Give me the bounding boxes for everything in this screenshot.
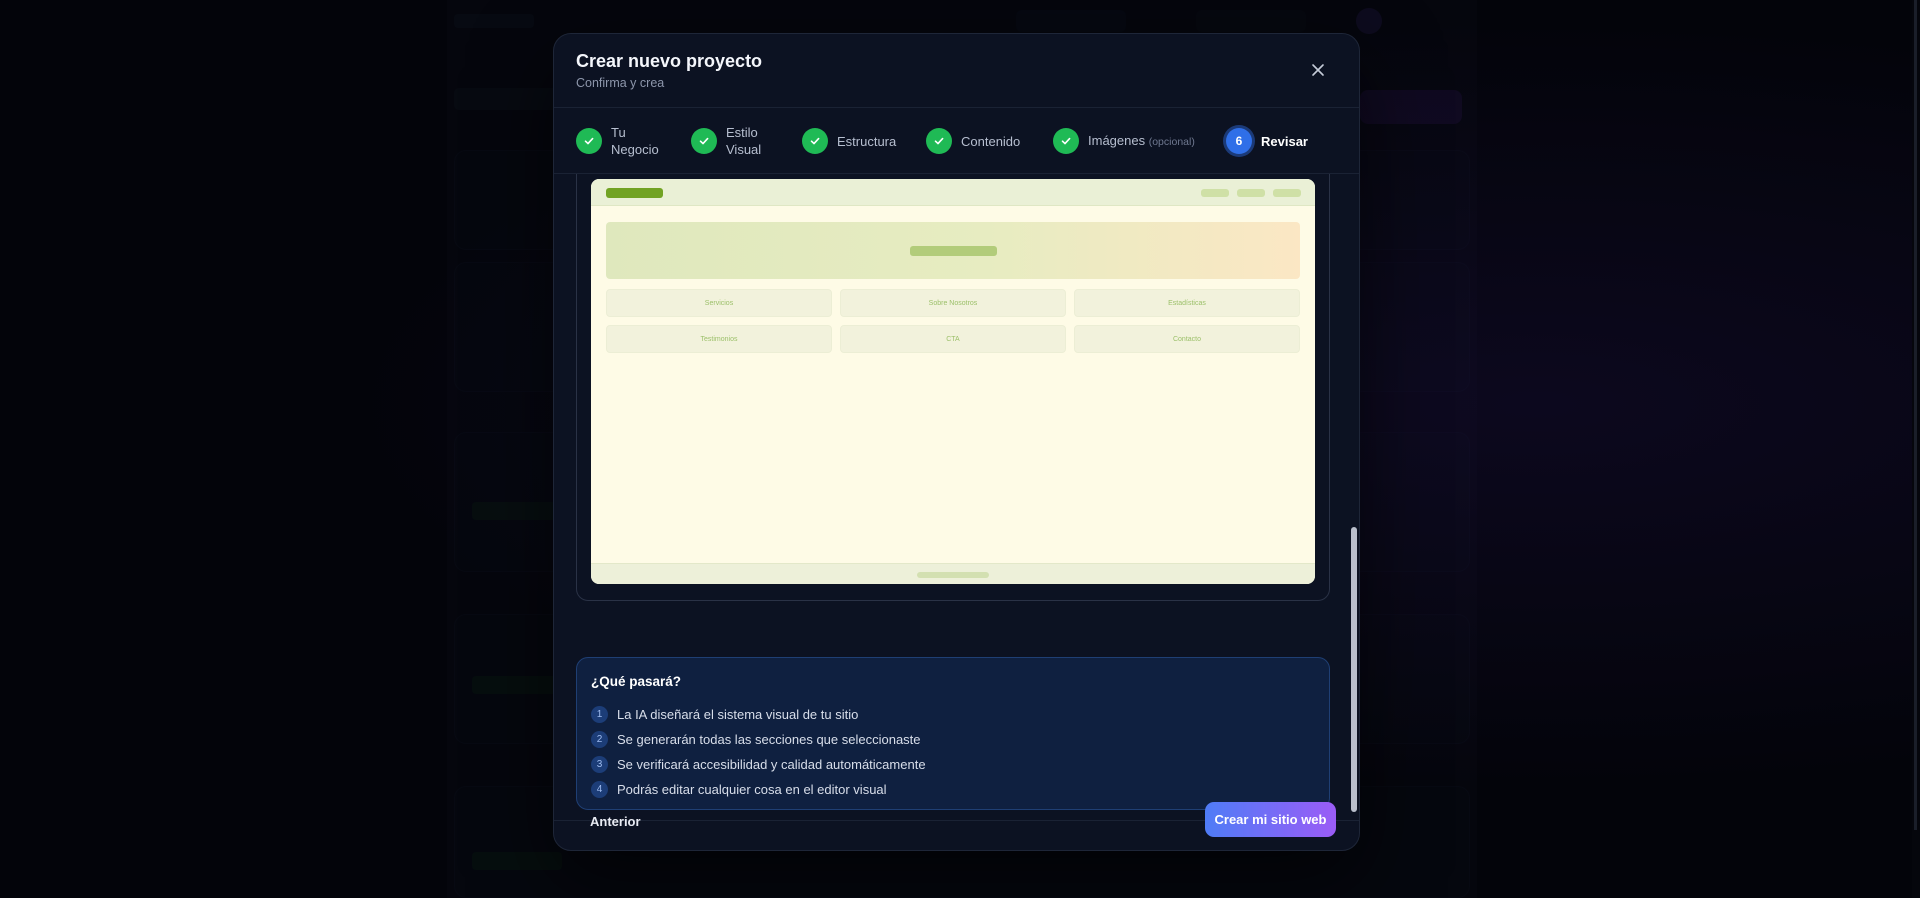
step-label-line: Negocio	[611, 142, 659, 157]
step-label: Imágenes (opcional)	[1088, 132, 1195, 151]
step-active-indicator: 6	[1226, 128, 1252, 154]
step-number-badge: 2	[591, 731, 608, 748]
previous-button[interactable]: Anterior	[590, 814, 641, 829]
step-label-line: Tu	[611, 125, 626, 140]
modal-subtitle: Confirma y crea	[576, 76, 665, 90]
modal-scrollbar-thumb[interactable]	[1351, 527, 1357, 812]
preview-section: Sobre Nosotros	[840, 289, 1066, 317]
modal-scroll-body[interactable]: Servicios Sobre Nosotros Estadísticas Te…	[554, 174, 1359, 820]
step-done-indicator	[802, 128, 828, 154]
step-label-line: Estilo	[726, 125, 758, 140]
modal-title: Crear nuevo proyecto	[576, 51, 763, 71]
what-happens-box: ¿Qué pasará? 1 La IA diseñará el sistema…	[576, 657, 1330, 810]
step-label: Tu Negocio	[611, 124, 659, 158]
preview-hero-title	[910, 246, 997, 256]
info-title: ¿Qué pasará?	[591, 674, 682, 689]
preview-footer-text	[917, 572, 989, 578]
preview-section: CTA	[840, 325, 1066, 353]
list-item: 1 La IA diseñará el sistema visual de tu…	[591, 702, 926, 727]
step-contenido[interactable]: Contenido	[926, 108, 1020, 174]
preview-section: Testimonios	[606, 325, 832, 353]
preview-section: Servicios	[606, 289, 832, 317]
list-item: 3 Se verificará accesibilidad y calidad …	[591, 752, 926, 777]
preview-footer	[591, 563, 1315, 584]
check-icon	[1061, 137, 1071, 145]
list-item-text: Se verificará accesibilidad y calidad au…	[617, 757, 926, 772]
check-icon	[584, 137, 594, 145]
step-number-badge: 3	[591, 756, 608, 773]
step-estructura[interactable]: Estructura	[802, 108, 896, 174]
list-item-text: La IA diseñará el sistema visual de tu s…	[617, 707, 859, 722]
preview-nav-link	[1201, 189, 1229, 197]
preview-logo	[606, 188, 663, 198]
site-preview-frame: Servicios Sobre Nosotros Estadísticas Te…	[576, 174, 1330, 601]
preview-section: Contacto	[1074, 325, 1300, 353]
check-icon	[699, 137, 709, 145]
step-label: Estilo Visual	[726, 124, 761, 158]
step-tu-negocio[interactable]: Tu Negocio	[576, 108, 659, 174]
list-item: 2 Se generarán todas las secciones que s…	[591, 727, 926, 752]
preview-navbar	[591, 179, 1315, 206]
info-list: 1 La IA diseñará el sistema visual de tu…	[591, 702, 926, 802]
check-icon	[934, 137, 944, 145]
step-label-text: Imágenes	[1088, 132, 1146, 148]
modal-header: Crear nuevo proyecto Confirma y crea	[554, 34, 1359, 108]
wizard-stepper: Tu Negocio Estilo Visual Estructura Cont…	[554, 108, 1359, 174]
step-number-badge: 1	[591, 706, 608, 723]
step-label-line: Visual	[726, 142, 762, 157]
check-icon	[810, 137, 820, 145]
step-estilo-visual[interactable]: Estilo Visual	[691, 108, 761, 174]
step-label: Contenido	[961, 133, 1021, 149]
preview-nav-link	[1273, 189, 1301, 197]
step-revisar[interactable]: 6 Revisar	[1226, 108, 1308, 174]
preview-nav-link	[1237, 189, 1265, 197]
close-button[interactable]	[1306, 58, 1330, 82]
preview-hero	[606, 222, 1300, 279]
preview-section: Estadísticas	[1074, 289, 1300, 317]
site-preview: Servicios Sobre Nosotros Estadísticas Te…	[591, 179, 1315, 584]
close-icon	[1312, 64, 1324, 76]
step-done-indicator	[926, 128, 952, 154]
create-site-button[interactable]: Crear mi sitio web	[1205, 802, 1336, 837]
step-done-indicator	[576, 128, 602, 154]
step-number-badge: 4	[591, 781, 608, 798]
step-done-indicator	[691, 128, 717, 154]
step-imagenes[interactable]: Imágenes (opcional)	[1053, 108, 1195, 174]
page-scrollbar-thumb[interactable]	[1914, 0, 1917, 830]
list-item-text: Podrás editar cualquier cosa en el edito…	[617, 782, 887, 797]
step-label: Revisar	[1261, 133, 1308, 149]
step-optional-tag: (opcional)	[1148, 135, 1195, 148]
step-done-indicator	[1053, 128, 1079, 154]
list-item: 4 Podrás editar cualquier cosa en el edi…	[591, 777, 926, 802]
create-project-modal: Crear nuevo proyecto Confirma y crea Tu …	[553, 33, 1360, 851]
step-label: Estructura	[837, 133, 897, 149]
list-item-text: Se generarán todas las secciones que sel…	[617, 732, 921, 747]
